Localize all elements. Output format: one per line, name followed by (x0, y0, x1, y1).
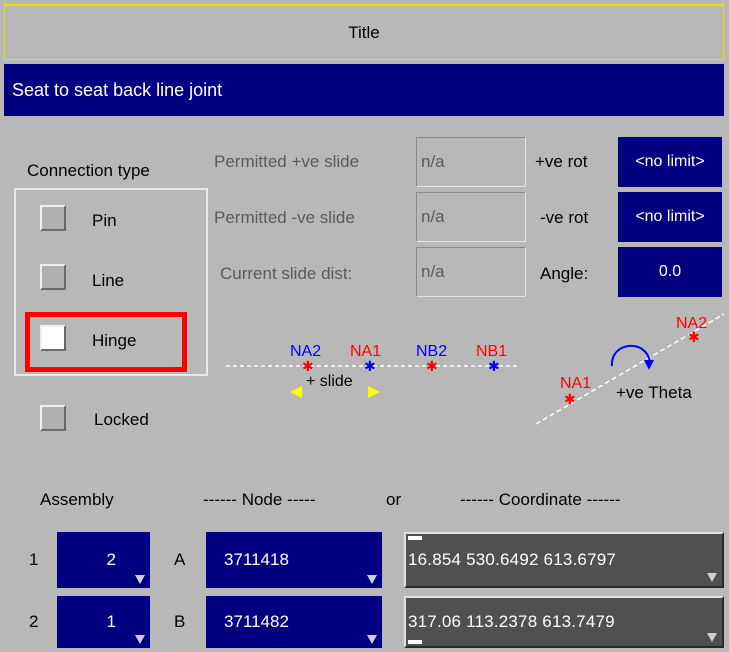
permitted-pos-slide-value: n/a (421, 152, 445, 171)
dropdown-arrow-icon (135, 635, 145, 644)
coordinate-value: 16.854 530.6492 613.6797 (408, 550, 617, 569)
node-letter: B (174, 612, 186, 631)
joint-name-value: Seat to seat back line joint (12, 79, 223, 100)
node-dropdown[interactable]: 3711482 (206, 596, 382, 648)
marker-nb2: ✱ (426, 358, 438, 374)
dropdown-arrow-icon (135, 575, 145, 584)
slide-arrow-left (290, 386, 302, 398)
coordinate-field[interactable]: 16.854 530.6492 613.6797 (404, 532, 724, 588)
node-dropdown[interactable]: 3711418 (206, 532, 382, 588)
joint-name-field[interactable]: Seat to seat back line joint (4, 64, 724, 116)
line-checkbox[interactable] (40, 264, 66, 290)
hinge-label: Hinge (92, 331, 137, 350)
assembly-dropdown[interactable]: 1 (57, 596, 150, 648)
hinge-diagram: NA2 ✱ NA1 ✱ +ve Theta (535, 313, 725, 425)
node-value: 3711418 (224, 550, 289, 569)
theta-arrow-icon (644, 360, 654, 370)
coordinate-field[interactable]: 317.06 113.2378 613.7479 (404, 596, 724, 648)
current-slide-label: Current slide dist: (220, 264, 353, 283)
current-slide-field: n/a (416, 247, 526, 297)
neg-rot-label: -ve rot (540, 208, 589, 227)
marker-na1: ✱ (364, 358, 376, 374)
current-slide-value: n/a (421, 262, 445, 281)
coordinate-tick-icon (408, 536, 422, 540)
assembly-header: Assembly (40, 490, 114, 509)
title-button[interactable]: Title (4, 4, 724, 60)
coordinate-tick-icon (408, 640, 422, 644)
locked-option[interactable] (40, 405, 66, 431)
theta-arc-icon (610, 345, 651, 367)
dropdown-arrow-icon (707, 573, 717, 582)
hinge-label-na1: NA1 (560, 375, 591, 392)
theta-caption: +ve Theta (616, 383, 692, 402)
row-index: 2 (29, 612, 39, 631)
permitted-pos-slide-field[interactable]: n/a (416, 137, 526, 187)
permitted-neg-slide-value: n/a (421, 207, 445, 226)
hinge-checkbox[interactable] (40, 325, 66, 351)
permitted-neg-slide-field[interactable]: n/a (416, 192, 526, 242)
neg-rot-field[interactable]: <no limit> (618, 192, 722, 242)
angle-field: 0.0 (618, 247, 722, 297)
pos-rot-label: +ve rot (535, 152, 588, 171)
pos-rot-value: <no limit> (635, 153, 705, 170)
pos-rot-field[interactable]: <no limit> (618, 137, 722, 187)
row-index: 1 (29, 550, 39, 569)
node-letter: A (174, 550, 186, 569)
hinge-option[interactable] (40, 325, 66, 351)
connection-type-label: Connection type (27, 161, 150, 180)
hinge-marker-na1: ✱ (564, 391, 576, 407)
dropdown-arrow-icon (367, 575, 377, 584)
neg-rot-value: <no limit> (635, 208, 705, 225)
pin-label: Pin (92, 211, 117, 230)
angle-value: 0.0 (658, 263, 682, 280)
pin-option[interactable] (40, 205, 66, 231)
marker-nb1: ✱ (488, 358, 500, 374)
node-value: 3711482 (224, 612, 289, 631)
coordinate-header: ------ Coordinate ------ (460, 490, 621, 509)
hinge-marker-na2: ✱ (688, 329, 700, 345)
title-label: Title (348, 22, 380, 42)
assembly-value: 2 (106, 550, 116, 569)
locked-label: Locked (94, 410, 149, 429)
locked-checkbox[interactable] (40, 405, 66, 431)
slide-diagram: NA2 NA1 NB2 NB1 ✱ ✱ ✱ ✱ + slide (226, 343, 518, 398)
or-label: or (386, 490, 402, 509)
slide-caption: + slide (306, 373, 353, 390)
assembly-dropdown[interactable]: 2 (57, 532, 150, 588)
coordinate-value: 317.06 113.2378 613.7479 (408, 612, 615, 631)
line-label: Line (92, 271, 125, 290)
permitted-neg-slide-label: Permitted -ve slide (214, 208, 355, 227)
angle-label: Angle: (540, 264, 589, 283)
slide-arrow-right (368, 386, 380, 398)
assembly-value: 1 (106, 612, 116, 631)
pin-checkbox[interactable] (40, 205, 66, 231)
marker-na2: ✱ (302, 358, 314, 374)
line-option[interactable] (40, 264, 66, 290)
dropdown-arrow-icon (367, 635, 377, 644)
permitted-pos-slide-label: Permitted +ve slide (214, 152, 360, 171)
dropdown-arrow-icon (707, 633, 717, 642)
node-header: ------ Node ----- (203, 490, 316, 509)
